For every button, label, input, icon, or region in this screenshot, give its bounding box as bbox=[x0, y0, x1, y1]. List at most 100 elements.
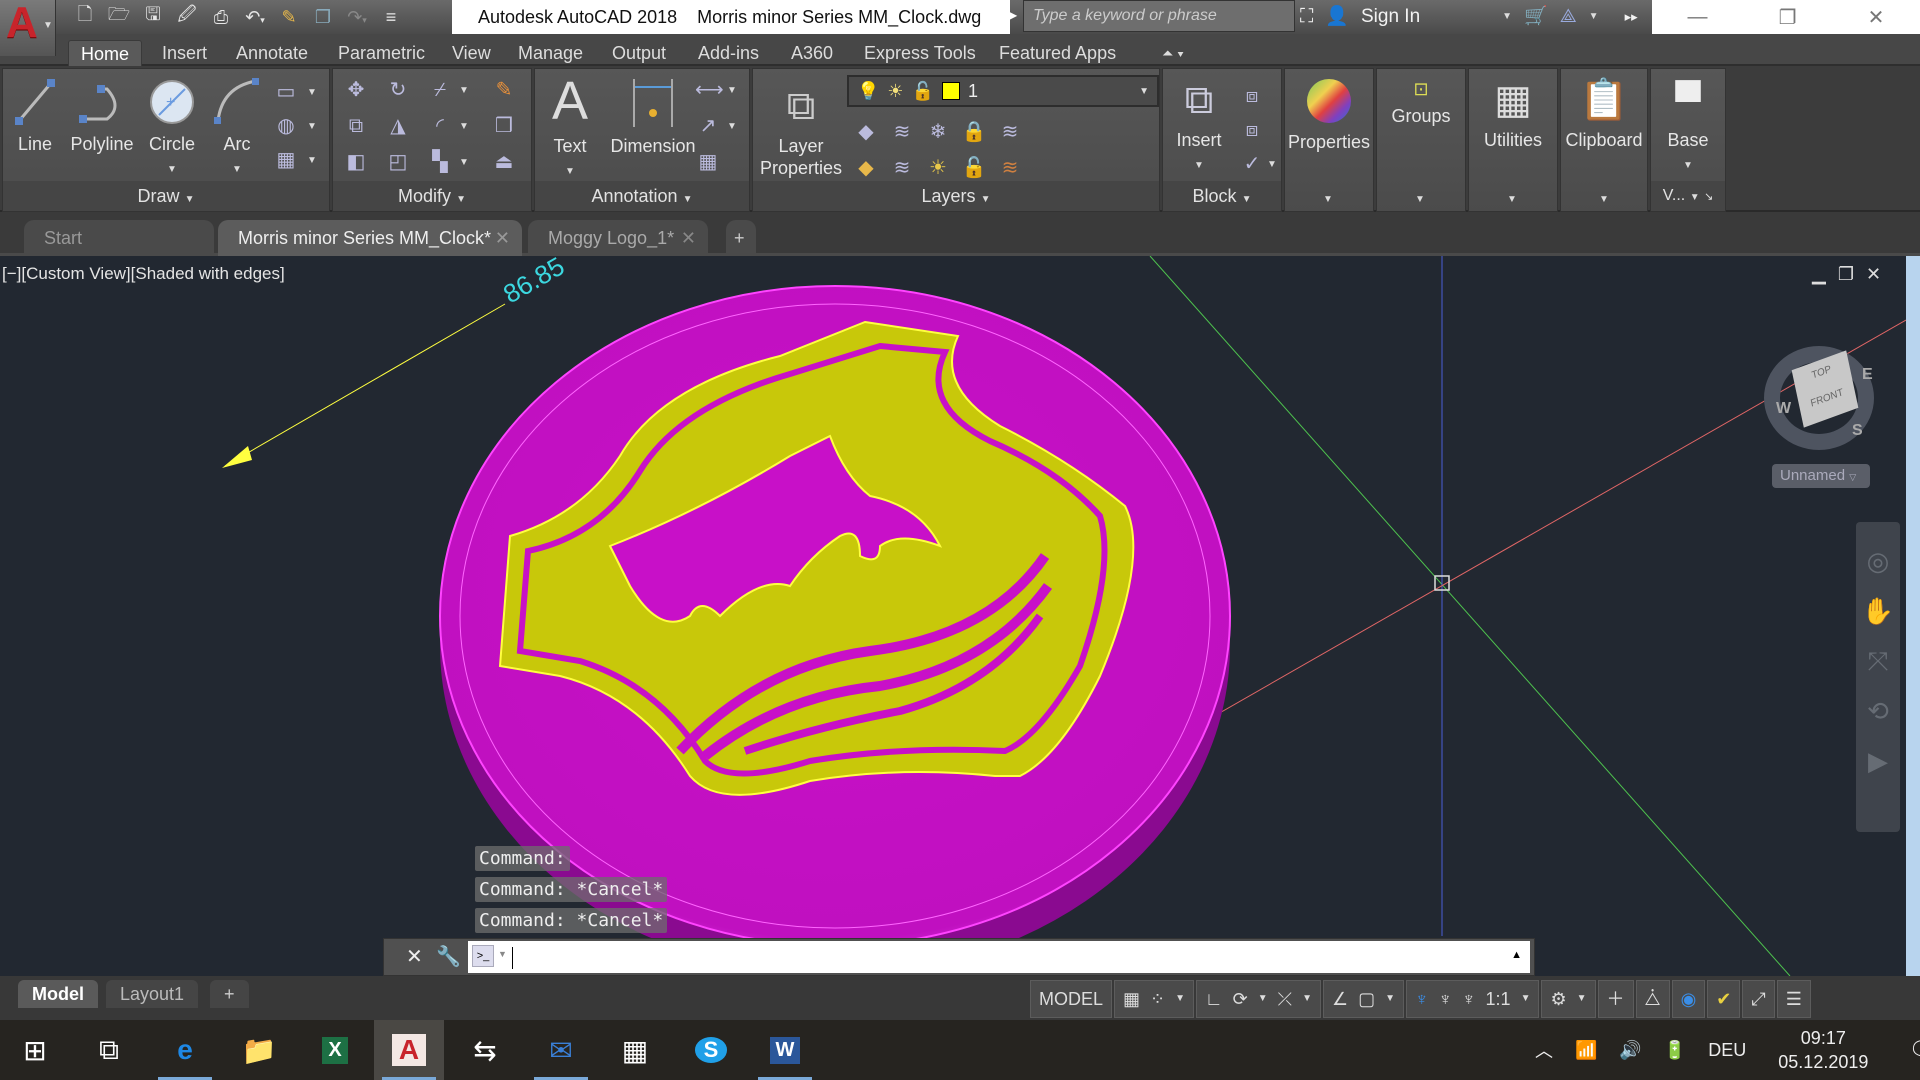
calculator-app[interactable]: ▦ bbox=[600, 1020, 670, 1080]
binoculars-icon[interactable]: ⛶ bbox=[1300, 0, 1313, 34]
zoom-extents-icon[interactable]: ⤧ bbox=[1856, 636, 1900, 686]
panel-utilities[interactable]: ▦ Utilities ▼ bbox=[1468, 68, 1558, 212]
utilities-tool[interactable]: ▦ Utilities bbox=[1469, 77, 1557, 151]
chevron-down-icon[interactable]: ▼ bbox=[167, 164, 177, 175]
tab-view[interactable]: View bbox=[440, 40, 503, 66]
chevron-down-icon[interactable]: ▼ bbox=[1577, 981, 1587, 1017]
edge-app[interactable]: e bbox=[150, 1020, 220, 1080]
boundary-icon[interactable]: ▦ bbox=[273, 147, 299, 173]
chevron-down-icon[interactable]: ▼ bbox=[1175, 981, 1185, 1017]
chevron-down-icon[interactable]: ▼ bbox=[727, 85, 737, 96]
volume-icon[interactable]: 🔊 bbox=[1619, 1040, 1641, 1061]
tab-featured-apps[interactable]: Featured Apps bbox=[987, 40, 1128, 66]
insert-tool[interactable]: ⧉ Insert ▼ bbox=[1167, 77, 1231, 177]
battery-icon[interactable]: 🔋 bbox=[1664, 1040, 1686, 1061]
table-icon[interactable]: ▦ bbox=[695, 149, 721, 175]
chevron-down-icon[interactable]: ▼ bbox=[307, 121, 317, 132]
chevron-down-icon[interactable]: ▼ bbox=[1323, 194, 1333, 205]
panel-title-annotation[interactable]: Annotation ▼ bbox=[535, 181, 749, 211]
layer-unlock-icon[interactable]: 🔓 bbox=[912, 81, 934, 102]
line-tool[interactable]: Line bbox=[9, 77, 61, 155]
drawing-viewport[interactable]: 86.85 [−][Custom View][Shaded with edges… bbox=[0, 256, 1906, 976]
new-layout-button[interactable]: + bbox=[210, 980, 249, 1008]
tab-a360[interactable]: A360 bbox=[779, 40, 845, 66]
hardware-acceleration-button[interactable]: ◉ bbox=[1671, 980, 1706, 1018]
excel-app[interactable]: X bbox=[300, 1020, 370, 1080]
switch-app[interactable]: ⇆ bbox=[450, 1020, 520, 1080]
search-input[interactable]: Type a keyword or phrase bbox=[1023, 0, 1295, 32]
object-snap-icon[interactable]: ▢ bbox=[1358, 981, 1375, 1017]
viewport-controls-label[interactable]: [−][Custom View][Shaded with edges] bbox=[2, 264, 285, 284]
chevron-down-icon[interactable]: ▼ bbox=[307, 155, 317, 166]
compass-east[interactable]: E bbox=[1862, 366, 1873, 384]
chevron-down-icon[interactable]: ▼ bbox=[459, 157, 469, 168]
a360-icon[interactable]: ⟁ bbox=[1560, 0, 1577, 34]
chevron-down-icon[interactable]: ▼ bbox=[727, 121, 737, 132]
move-icon[interactable]: ✥ bbox=[343, 77, 369, 103]
circle-tool[interactable]: + Circle ▼ bbox=[141, 77, 203, 181]
chevron-down-icon[interactable]: ▼ bbox=[1521, 981, 1531, 1017]
layer-off-icon[interactable]: ◆ bbox=[853, 119, 879, 145]
customization-button[interactable]: ☰ bbox=[1776, 980, 1811, 1018]
polyline-tool[interactable]: Polyline bbox=[67, 77, 137, 155]
pan-icon[interactable]: ✋ bbox=[1856, 586, 1900, 636]
close-command-line-icon[interactable]: ✕ bbox=[406, 944, 423, 969]
ortho-icon[interactable]: ∟ bbox=[1205, 981, 1223, 1017]
print-icon[interactable]: ⎙ bbox=[204, 7, 238, 28]
restore-icon[interactable]: ❐ bbox=[1779, 5, 1797, 30]
chevron-down-icon[interactable]: ▼ bbox=[1683, 160, 1693, 171]
autocad-app[interactable]: A bbox=[374, 1020, 444, 1080]
rectangle-icon[interactable]: ▭ bbox=[273, 79, 299, 105]
dialog-launcher-icon[interactable]: ↘ bbox=[1704, 191, 1713, 203]
panel-title-layers[interactable]: Layers ▼ bbox=[753, 181, 1159, 211]
showmotion-icon[interactable]: ▶ bbox=[1856, 736, 1900, 786]
wifi-icon[interactable]: 📶 bbox=[1575, 1040, 1597, 1061]
command-input[interactable]: >_ ▼ ▲ bbox=[468, 941, 1530, 973]
tab-annotate[interactable]: Annotate bbox=[224, 40, 320, 66]
properties-tool[interactable]: Properties bbox=[1285, 77, 1373, 153]
new-icon[interactable]: 🗋 bbox=[68, 2, 102, 32]
layer-freeze-icon[interactable]: ❄ bbox=[925, 119, 951, 145]
overflow-icon[interactable]: ▸▸ bbox=[1625, 0, 1638, 34]
orbit-icon[interactable]: ⟲ bbox=[1856, 686, 1900, 736]
drawing-canvas[interactable]: 86.85 bbox=[0, 256, 1906, 976]
edit-block-icon[interactable]: ⧈ bbox=[1239, 117, 1265, 143]
chevron-down-icon[interactable]: ▼ bbox=[1194, 160, 1204, 171]
make-current-icon[interactable]: ≋ bbox=[997, 119, 1023, 145]
match-layer-icon[interactable]: ≋ bbox=[997, 155, 1023, 181]
save-as-icon[interactable]: 🖉 bbox=[170, 2, 204, 32]
close-tab-icon[interactable]: ✕ bbox=[495, 220, 510, 256]
panel-title-block[interactable]: Block ▼ bbox=[1163, 181, 1281, 211]
array-icon[interactable]: ▚ bbox=[427, 149, 453, 175]
clean-screen-button[interactable]: ⤢ bbox=[1742, 980, 1775, 1018]
tab-express-tools[interactable]: Express Tools bbox=[852, 40, 988, 66]
action-center-button[interactable]: 🗨2 bbox=[1908, 1036, 1920, 1065]
thunderbird-app[interactable]: ✉ bbox=[526, 1020, 596, 1080]
chevron-down-icon[interactable]: ▼ bbox=[1502, 0, 1512, 34]
tab-parametric[interactable]: Parametric bbox=[326, 40, 437, 66]
annotation-scale-icon[interactable]: ♆ bbox=[1462, 981, 1476, 1017]
layer-properties-tool[interactable]: ⧉ Layer Properties bbox=[757, 83, 845, 179]
word-app[interactable]: W bbox=[750, 1020, 820, 1080]
layer-lock-icon[interactable]: 🔒 bbox=[961, 119, 987, 145]
annotation-monitor-button[interactable]: ＋ bbox=[1597, 980, 1634, 1018]
auto-scale-icon[interactable]: ♆ bbox=[1439, 981, 1453, 1017]
task-view-button[interactable]: ⧉ bbox=[74, 1020, 144, 1080]
language-indicator[interactable]: DEU bbox=[1708, 1040, 1746, 1061]
create-block-icon[interactable]: ⧈ bbox=[1239, 83, 1265, 109]
steering-wheel-icon[interactable]: ◎ bbox=[1856, 536, 1900, 586]
chevron-down-icon[interactable]: ▼ bbox=[1507, 194, 1517, 205]
chevron-down-icon[interactable]: ▼ bbox=[1415, 194, 1425, 205]
minimize-icon[interactable]: — bbox=[1688, 6, 1708, 29]
panel-properties[interactable]: Properties ▼ bbox=[1284, 68, 1374, 212]
panel-title-draw[interactable]: Draw ▼ bbox=[3, 181, 329, 211]
chevron-down-icon[interactable]: ▼ bbox=[1267, 159, 1277, 170]
application-menu-button[interactable]: A ▼ bbox=[0, 0, 56, 56]
cart-icon[interactable]: 🛒 bbox=[1524, 0, 1548, 34]
doc-tab-mm-clock[interactable]: Morris minor Series MM_Clock* ✕ bbox=[218, 220, 522, 256]
quick-properties-icon[interactable]: ✔ bbox=[1716, 981, 1731, 1017]
annotation-visibility-icon[interactable]: ♆ bbox=[1415, 981, 1429, 1017]
file-explorer-app[interactable]: 📁 bbox=[224, 1020, 294, 1080]
close-icon[interactable]: ✕ bbox=[1868, 5, 1885, 30]
base-view-tool[interactable]: ▀ Base ▼ bbox=[1651, 79, 1725, 177]
